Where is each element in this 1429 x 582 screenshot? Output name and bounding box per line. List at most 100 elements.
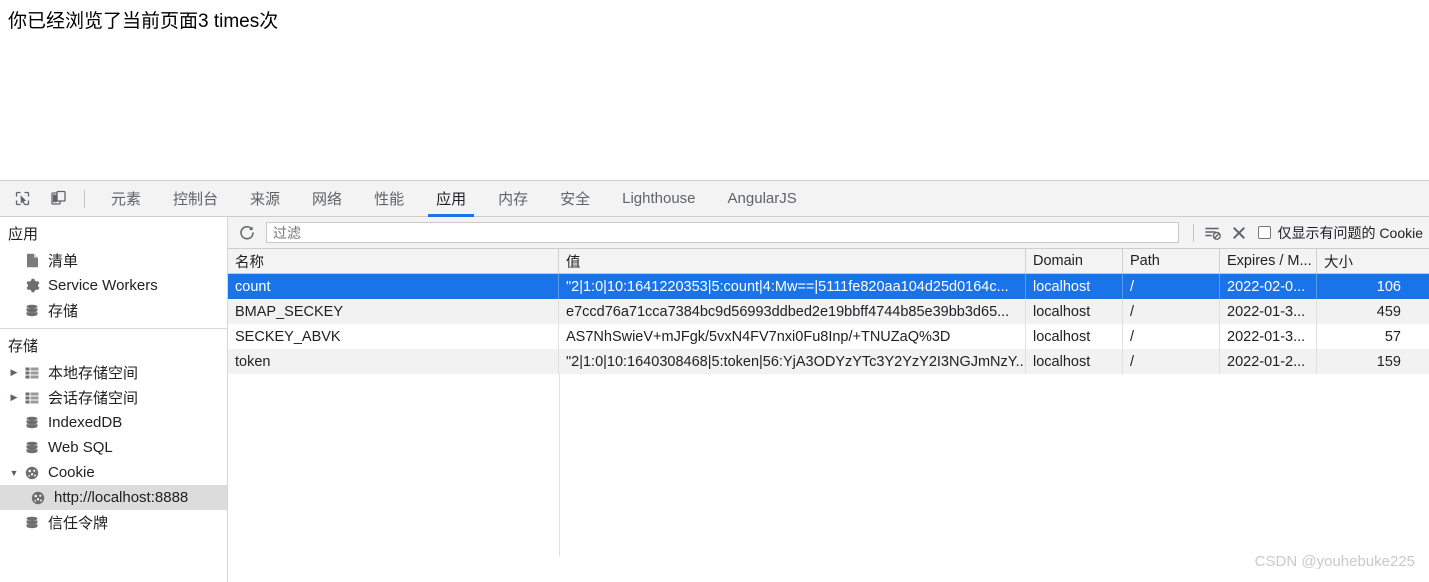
- cell-value: "2|1:0|10:1640308468|5:token|56:YjA3ODYz…: [559, 349, 1026, 374]
- chevron-down-icon[interactable]: ▼: [6, 468, 22, 478]
- table-row[interactable]: BMAP_SECKEY e7ccd76a71cca7384bc9d56993dd…: [228, 299, 1429, 324]
- table-row[interactable]: token "2|1:0|10:1640308468|5:token|56:Yj…: [228, 349, 1429, 374]
- database-icon: [22, 304, 42, 318]
- sidebar-item-local-storage[interactable]: ▶ 本地存储空间: [0, 360, 227, 385]
- cell-path: /: [1123, 349, 1220, 374]
- sidebar-item-label: 信任令牌: [48, 515, 109, 532]
- devtools-tab-list: 元素 控制台 来源 网络 性能 应用 内存 安全 Lighthouse Angu…: [95, 181, 813, 217]
- tab-label: Lighthouse: [622, 190, 696, 207]
- cell-path: /: [1123, 299, 1220, 324]
- refresh-icon[interactable]: [234, 221, 260, 245]
- tab-application[interactable]: 应用: [420, 181, 482, 217]
- tab-label: 网络: [312, 191, 343, 208]
- cookies-panel: 仅显示有问题的 Cookie 名称 值 Domain Path Expires …: [228, 217, 1429, 582]
- chevron-right-icon[interactable]: ▶: [6, 367, 22, 378]
- tab-lighthouse[interactable]: Lighthouse: [606, 181, 711, 217]
- table-grid-icon: [22, 392, 42, 404]
- sidebar-item-indexeddb[interactable]: ▶ IndexedDB: [0, 410, 227, 435]
- manifest-document-icon: [22, 253, 42, 268]
- database-icon: [22, 416, 42, 430]
- cell-value: "2|1:0|10:1641220353|5:count|4:Mw==|5111…: [559, 274, 1026, 299]
- cell-name: BMAP_SECKEY: [228, 299, 559, 324]
- sidebar-item-label: 清单: [48, 253, 79, 270]
- cell-expires: 2022-01-2...: [1220, 349, 1317, 374]
- sidebar-item-label: http://localhost:8888: [54, 489, 189, 506]
- clear-all-cookies-icon[interactable]: [1226, 221, 1252, 245]
- table-row[interactable]: SECKEY_ABVK AS7NhSwieV+mJFgk/5vxN4FV7nxi…: [228, 324, 1429, 349]
- tab-console[interactable]: 控制台: [157, 181, 234, 217]
- device-toolbar-icon[interactable]: [44, 185, 72, 213]
- checkbox[interactable]: [1257, 226, 1271, 239]
- sidebar-item-trust-tokens[interactable]: ▶ 信任令牌: [0, 510, 227, 535]
- filter-input[interactable]: [266, 222, 1179, 243]
- column-header-size[interactable]: 大小: [1317, 249, 1409, 273]
- sidebar-item-label: 本地存储空间: [48, 365, 139, 382]
- cell-expires: 2022-02-0...: [1220, 274, 1317, 299]
- cell-path: /: [1123, 274, 1220, 299]
- application-sidebar: 应用 ▶ 清单 ▶: [0, 217, 228, 582]
- sidebar-item-label: IndexedDB: [48, 414, 123, 431]
- gear-icon: [22, 278, 42, 293]
- sidebar-item-manifest[interactable]: ▶ 清单: [0, 248, 227, 273]
- tab-sources[interactable]: 来源: [234, 181, 296, 217]
- screenshot-root: 你已经浏览了当前页面3 times次 元素 控制台 来源 网络 性能 应用 内存…: [0, 0, 1429, 582]
- sidebar-item-storage[interactable]: ▶ 存储: [0, 298, 227, 323]
- chevron-right-icon[interactable]: ▶: [6, 392, 22, 403]
- sidebar-item-label: 会话存储空间: [48, 390, 139, 407]
- cell-expires: 2022-01-3...: [1220, 324, 1317, 349]
- cell-domain: localhost: [1026, 299, 1123, 324]
- sidebar-item-label: Cookie: [48, 464, 95, 481]
- sidebar-item-cookie[interactable]: ▼ Cookie: [0, 460, 227, 485]
- cell-name: token: [228, 349, 559, 374]
- cell-name: count: [228, 274, 559, 299]
- cell-name: SECKEY_ABVK: [228, 324, 559, 349]
- cell-path: /: [1123, 324, 1220, 349]
- tab-elements[interactable]: 元素: [95, 181, 157, 217]
- cookies-table: 名称 值 Domain Path Expires / M... 大小 count…: [228, 249, 1429, 582]
- sidebar-item-label: 存储: [48, 303, 79, 320]
- sidebar-item-session-storage[interactable]: ▶ 会话存储空间: [0, 385, 227, 410]
- tab-label: 内存: [498, 191, 529, 208]
- toolbar-divider: [1192, 223, 1194, 242]
- devtools-main: 应用 ▶ 清单 ▶: [0, 217, 1429, 582]
- cell-size: 459: [1376, 303, 1401, 320]
- checkbox-label: 仅显示有问题的 Cookie: [1277, 224, 1423, 241]
- sidebar-section-application-title: 应用: [8, 226, 39, 243]
- devtools-panel: 元素 控制台 来源 网络 性能 应用 内存 安全 Lighthouse Angu…: [0, 180, 1429, 582]
- sidebar-item-service-workers[interactable]: ▶ Service Workers: [0, 273, 227, 298]
- column-header-path[interactable]: Path: [1123, 249, 1220, 273]
- table-row[interactable]: count "2|1:0|10:1641220353|5:count|4:Mw=…: [228, 274, 1429, 299]
- column-header-expires[interactable]: Expires / M...: [1220, 249, 1317, 273]
- tab-angularjs[interactable]: AngularJS: [712, 181, 813, 217]
- tab-label: 控制台: [173, 191, 219, 208]
- tab-network[interactable]: 网络: [296, 181, 358, 217]
- tab-security[interactable]: 安全: [544, 181, 606, 217]
- sidebar-section-storage-title: 存储: [8, 338, 39, 355]
- cell-domain: localhost: [1026, 324, 1123, 349]
- cell-domain: localhost: [1026, 349, 1123, 374]
- column-header-domain[interactable]: Domain: [1026, 249, 1123, 273]
- inspect-element-icon[interactable]: [8, 185, 36, 213]
- show-problematic-cookies-toggle[interactable]: 仅显示有问题的 Cookie: [1257, 223, 1423, 243]
- column-header-value[interactable]: 值: [559, 249, 1026, 273]
- devtools-tabstrip: 元素 控制台 来源 网络 性能 应用 内存 安全 Lighthouse Angu…: [0, 181, 1429, 217]
- sidebar-item-label: Web SQL: [48, 439, 113, 456]
- database-icon: [22, 516, 42, 530]
- tab-memory[interactable]: 内存: [482, 181, 544, 217]
- cell-expires: 2022-01-3...: [1220, 299, 1317, 324]
- clear-filter-icon[interactable]: [1200, 221, 1226, 245]
- sidebar-item-label: Service Workers: [48, 277, 158, 294]
- page-visit-count-text: 你已经浏览了当前页面3 times次: [8, 11, 279, 32]
- sidebar-item-cookie-origin[interactable]: http://localhost:8888: [0, 485, 227, 510]
- database-icon: [22, 441, 42, 455]
- sidebar-item-web-sql[interactable]: ▶ Web SQL: [0, 435, 227, 460]
- column-header-name[interactable]: 名称: [228, 249, 559, 273]
- tab-label: 应用: [436, 191, 467, 208]
- cell-size: 106: [1376, 278, 1401, 295]
- cell-domain: localhost: [1026, 274, 1123, 299]
- table-empty-area: [228, 374, 1429, 582]
- cell-size: 159: [1376, 353, 1401, 370]
- cell-value: AS7NhSwieV+mJFgk/5vxN4FV7nxi0Fu8Inp/+TNU…: [559, 324, 1026, 349]
- cookie-icon: [22, 466, 42, 480]
- tab-performance[interactable]: 性能: [358, 181, 420, 217]
